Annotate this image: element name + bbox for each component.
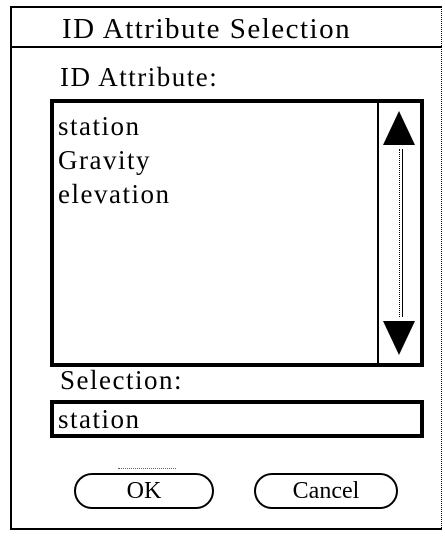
id-attribute-selection-dialog: ID Attribute Selection ID Attribute: sta… [10,6,442,530]
list-item-elevation[interactable]: elevation [58,179,170,209]
dialog-title: ID Attribute Selection [62,13,352,45]
id-attribute-label: ID Attribute: [60,62,219,92]
list-item-gravity[interactable]: Gravity [58,145,151,175]
cancel-button[interactable]: Cancel [254,473,398,509]
list-scrollbar[interactable] [377,103,420,363]
id-attribute-list-body[interactable]: station Gravity elevation [54,103,379,363]
ok-button[interactable]: OK [74,473,214,509]
scroll-track[interactable] [399,149,400,317]
up-arrow-icon[interactable] [383,111,415,145]
selection-label: Selection: [60,365,183,395]
title-bar: ID Attribute Selection [12,8,442,48]
scroll-track-edge [402,149,403,317]
dialog-right-edge [441,6,443,530]
focus-indicator [118,468,176,469]
list-item-station[interactable]: station [58,111,141,141]
down-arrow-icon[interactable] [383,321,415,355]
id-attribute-list[interactable]: station Gravity elevation [50,99,424,367]
selection-input[interactable] [50,400,424,438]
